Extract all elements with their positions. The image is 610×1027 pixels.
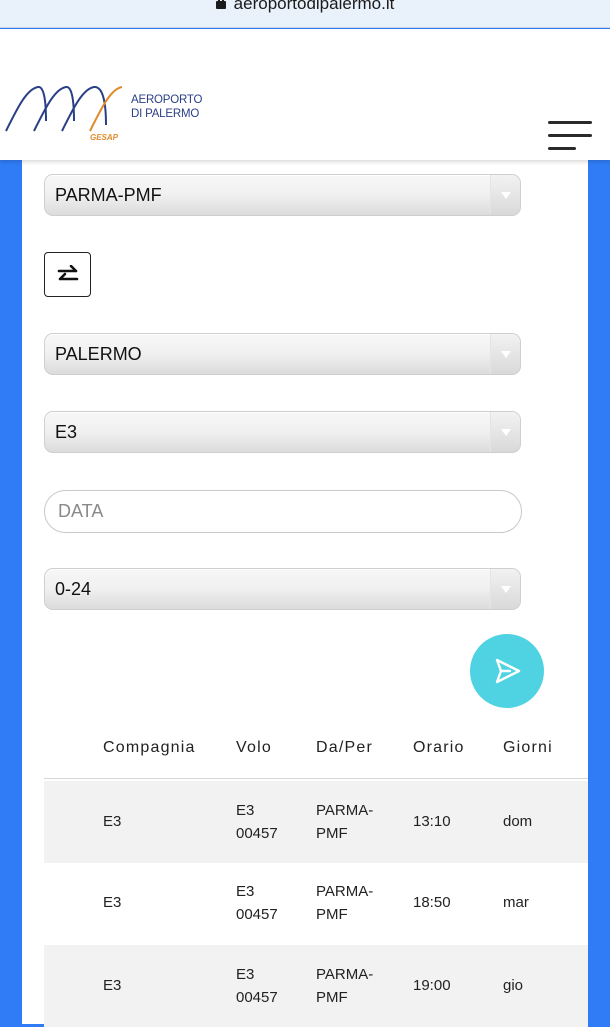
browser-url-bar[interactable]: aeroportodipalermo.it <box>0 0 610 28</box>
swap-arrows-icon <box>57 265 79 281</box>
logo-line-1: AEROPORTO <box>131 94 203 106</box>
airline-value: E3 <box>55 422 78 442</box>
cell-time: 13:10 <box>413 813 451 830</box>
time-range-select[interactable]: 0-24 <box>44 568 521 610</box>
table-header: Compagnia Volo Da/Per Orario Giorni <box>44 729 588 779</box>
site-header: AEROPORTO DI PALERMO GESAP <box>0 29 610 160</box>
departure-value: PARMA-PMF <box>55 185 162 205</box>
col-from-to: Da/Per <box>316 739 373 756</box>
send-icon <box>495 658 521 684</box>
arrival-select[interactable]: PALERMO <box>44 333 521 375</box>
flight-code: E3 <box>236 966 255 983</box>
menu-icon[interactable] <box>546 121 592 155</box>
url-text: aeroportodipalermo.it <box>233 0 395 13</box>
from-line-2: PMF <box>316 906 348 923</box>
cell-flight: E3 00457 <box>236 963 278 1009</box>
flight-number: 00457 <box>236 989 278 1006</box>
col-flight: Volo <box>236 739 272 756</box>
flight-number: 00457 <box>236 906 278 923</box>
dropdown-arrow-icon <box>490 412 520 452</box>
flight-code: E3 <box>236 883 255 900</box>
departure-select[interactable]: PARMA-PMF <box>44 174 521 216</box>
dropdown-arrow-icon <box>490 175 520 215</box>
cell-flight: E3 00457 <box>236 880 278 926</box>
cell-flight: E3 00457 <box>236 799 278 845</box>
from-line-1: PARMA- <box>316 802 374 819</box>
logo-line-2: DI PALERMO <box>131 108 200 120</box>
logo-gesap: GESAP <box>90 133 119 142</box>
col-company: Compagnia <box>103 739 196 756</box>
from-line-2: PMF <box>316 825 348 842</box>
cell-company: E3 <box>103 813 122 830</box>
col-time: Orario <box>413 739 465 756</box>
cell-time: 18:50 <box>413 894 451 911</box>
col-days: Giorni <box>503 739 553 756</box>
from-line-1: PARMA- <box>316 966 374 983</box>
cell-from-to: PARMA- PMF <box>316 799 373 845</box>
flight-code: E3 <box>236 802 255 819</box>
cell-time: 19:00 <box>413 977 451 994</box>
lock-icon <box>215 0 226 12</box>
from-line-1: PARMA- <box>316 883 374 900</box>
flight-number: 00457 <box>236 825 278 842</box>
cell-day: gio <box>503 977 524 994</box>
search-submit-button[interactable] <box>470 634 544 708</box>
table-row[interactable]: E3 E3 00457 PARMA- PMF 13:10 dom <box>44 781 588 863</box>
cell-from-to: PARMA- PMF <box>316 880 373 926</box>
cell-company: E3 <box>103 894 122 911</box>
dropdown-arrow-icon <box>490 334 520 374</box>
time-range-value: 0-24 <box>55 579 92 599</box>
table-row[interactable]: E3 E3 00457 PARMA- PMF 18:50 mar <box>44 863 588 945</box>
cell-from-to: PARMA- PMF <box>316 963 373 1009</box>
airline-select[interactable]: E3 <box>44 411 521 453</box>
cell-day: mar <box>503 894 529 911</box>
arrival-value: PALERMO <box>55 344 142 364</box>
table-row[interactable]: E3 E3 00457 PARMA- PMF 19:00 gio <box>44 945 588 1027</box>
from-line-2: PMF <box>316 989 348 1006</box>
cell-day: dom <box>503 813 533 830</box>
cell-company: E3 <box>103 977 122 994</box>
logo-wordmark: AEROPORTO DI PALERMO <box>131 93 202 121</box>
swap-button[interactable] <box>44 252 91 297</box>
dropdown-arrow-icon <box>490 569 520 609</box>
date-input[interactable] <box>44 490 522 533</box>
